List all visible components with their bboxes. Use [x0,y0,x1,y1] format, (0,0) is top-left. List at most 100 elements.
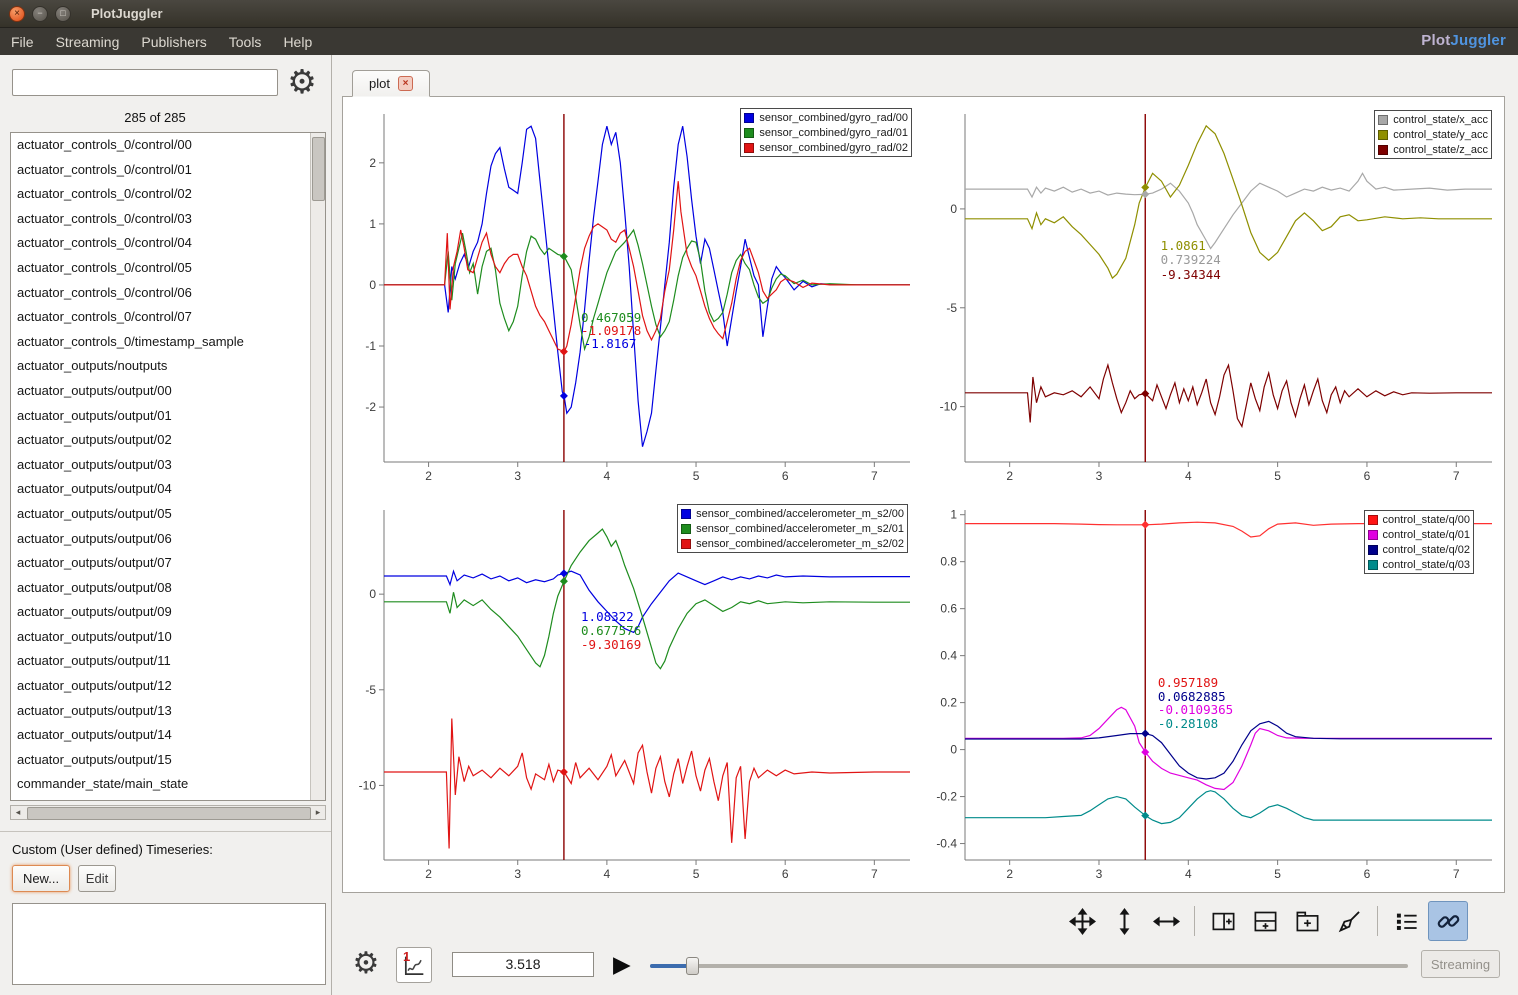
clear-buffer-icon[interactable] [1329,901,1369,941]
edit-custom-timeseries-button[interactable]: Edit [78,865,116,892]
scroll-right-icon[interactable]: ▸ [311,806,325,819]
tab-close-icon[interactable]: × [398,76,413,91]
time-slider-track[interactable] [650,964,1408,968]
menu-item-publishers[interactable]: Publishers [130,30,217,54]
timeseries-item[interactable]: commander_state/main_state [11,772,325,797]
menu-item-help[interactable]: Help [272,30,323,54]
chart-canvas-accelerometer[interactable]: 234567-10-501.083220.677576-9.30169 [344,494,922,890]
timeseries-item[interactable]: actuator_controls_0/control/05 [11,256,325,281]
expand-horizontal-icon[interactable] [1146,901,1186,941]
add-row-icon[interactable] [1245,901,1285,941]
svg-text:3: 3 [514,867,521,881]
streaming-button[interactable]: Streaming [1421,950,1500,978]
plot-container: 234567-2-10120.467059-1.09178-1.8167 sen… [342,96,1505,893]
add-tab-icon[interactable] [1287,901,1327,941]
vertical-scrollbar[interactable] [310,133,325,800]
legend-entry[interactable]: control_state/x_acc [1378,112,1488,127]
legend-entry[interactable]: control_state/q/02 [1368,542,1470,557]
timeseries-item[interactable]: actuator_outputs/output/14 [11,723,325,748]
timeseries-item[interactable]: actuator_controls_0/timestamp_sample [11,330,325,355]
vertical-scrollbar-thumb[interactable] [312,137,325,201]
play-button[interactable]: ▶ [613,948,631,980]
legend-entry[interactable]: sensor_combined/gyro_rad/02 [744,140,908,155]
timeseries-item[interactable]: actuator_controls_0/control/01 [11,158,325,183]
timeseries-item[interactable]: actuator_outputs/output/09 [11,600,325,625]
svg-text:4: 4 [1185,867,1192,881]
scroll-left-icon[interactable]: ◂ [11,806,25,819]
tracker-value-label: 0.677576 [581,623,641,638]
legend-entry[interactable]: sensor_combined/accelerometer_m_s2/00 [681,506,904,521]
timeseries-item[interactable]: actuator_outputs/output/07 [11,551,325,576]
plot-quadrant-top-right: 234567-10-501.08610.739224-9.34344 contr… [925,98,1504,492]
timeseries-item[interactable]: actuator_outputs/output/04 [11,477,325,502]
timeseries-item[interactable]: actuator_outputs/output/08 [11,576,325,601]
timeseries-item[interactable]: actuator_controls_0/control/03 [11,207,325,232]
legend-entry[interactable]: sensor_combined/gyro_rad/00 [744,110,908,125]
svg-text:5: 5 [693,469,700,483]
timeseries-item[interactable]: actuator_controls_0/control/00 [11,133,325,158]
legend-entry[interactable]: control_state/q/03 [1368,557,1470,572]
chart-canvas-gyro[interactable]: 234567-2-10120.467059-1.09178-1.8167 [344,98,922,492]
legend-entry[interactable]: control_state/q/00 [1368,512,1470,527]
legend-entry[interactable]: sensor_combined/gyro_rad/01 [744,125,908,140]
settings-gear-icon[interactable]: ⚙ [283,63,321,101]
time-tracker-button[interactable]: 1 [396,947,432,983]
tracker-value-label: 1.08322 [581,609,634,624]
legend-entry[interactable]: control_state/y_acc [1378,127,1488,142]
timeseries-item[interactable]: actuator_controls_0/control/06 [11,281,325,306]
timeseries-item[interactable]: actuator_outputs/output/05 [11,502,325,527]
move-icon[interactable] [1062,901,1102,941]
timeseries-item[interactable]: actuator_outputs/output/03 [11,453,325,478]
legend-entry[interactable]: sensor_combined/accelerometer_m_s2/02 [681,536,904,551]
menu-item-tools[interactable]: Tools [218,30,273,54]
tracker-value-label: -9.34344 [1161,267,1221,282]
tracker-count-badge: 1 [403,949,410,964]
add-column-icon[interactable] [1203,901,1243,941]
timeseries-item[interactable]: actuator_outputs/output/10 [11,625,325,650]
legend-swatch [681,509,691,519]
timeseries-list[interactable]: actuator_controls_0/control/00actuator_c… [10,132,326,801]
legend-entry[interactable]: control_state/q/01 [1368,527,1470,542]
custom-timeseries-list[interactable] [12,903,326,985]
timeseries-item[interactable]: actuator_outputs/output/15 [11,748,325,773]
horizontal-scrollbar[interactable]: ◂ ▸ [10,805,326,820]
legend-entry[interactable]: sensor_combined/accelerometer_m_s2/01 [681,521,904,536]
time-display[interactable]: 3.518 [452,952,594,977]
timeseries-item[interactable]: actuator_outputs/noutputs [11,354,325,379]
search-input[interactable] [12,69,278,96]
horizontal-scrollbar-thumb[interactable] [27,807,311,820]
time-slider[interactable] [650,956,1408,976]
time-slider-handle[interactable] [686,957,699,975]
playback-settings-gear-icon[interactable]: ⚙ [348,946,384,982]
tracker-value-label: 0.957189 [1158,675,1218,690]
timeseries-item[interactable]: actuator_controls_0/control/04 [11,231,325,256]
tracker-marker [560,768,568,776]
timeseries-item[interactable]: actuator_outputs/output/13 [11,699,325,724]
svg-text:-10: -10 [359,778,377,792]
new-custom-timeseries-button[interactable]: New... [12,865,70,892]
timeseries-item[interactable]: actuator_outputs/output/02 [11,428,325,453]
maximize-window-button[interactable]: □ [55,6,71,22]
menu-bar: FileStreamingPublishersToolsHelp [0,28,1518,55]
legend-icon[interactable] [1386,901,1426,941]
menu-item-streaming[interactable]: Streaming [45,30,131,54]
menu-item-file[interactable]: File [0,30,45,54]
svg-text:-0.4: -0.4 [936,837,957,851]
timeseries-item[interactable]: actuator_outputs/output/00 [11,379,325,404]
tab-plot[interactable]: plot × [352,70,430,97]
close-window-button[interactable]: × [9,6,25,22]
timeseries-item[interactable]: actuator_controls_0/control/07 [11,305,325,330]
timeseries-item[interactable]: actuator_outputs/output/11 [11,649,325,674]
timeseries-item[interactable]: actuator_outputs/output/12 [11,674,325,699]
link-icon[interactable] [1428,901,1468,941]
svg-text:-5: -5 [365,683,376,697]
legend-swatch [1378,145,1388,155]
legend-entry[interactable]: control_state/z_acc [1378,142,1488,157]
legend-label: control_state/q/02 [1383,544,1470,556]
timeseries-item[interactable]: actuator_outputs/output/01 [11,404,325,429]
timeseries-item[interactable]: actuator_outputs/output/06 [11,527,325,552]
minimize-window-button[interactable]: − [32,6,48,22]
timeseries-item[interactable]: actuator_controls_0/control/02 [11,182,325,207]
legend-label: sensor_combined/accelerometer_m_s2/01 [696,523,904,535]
expand-vertical-icon[interactable] [1104,901,1144,941]
